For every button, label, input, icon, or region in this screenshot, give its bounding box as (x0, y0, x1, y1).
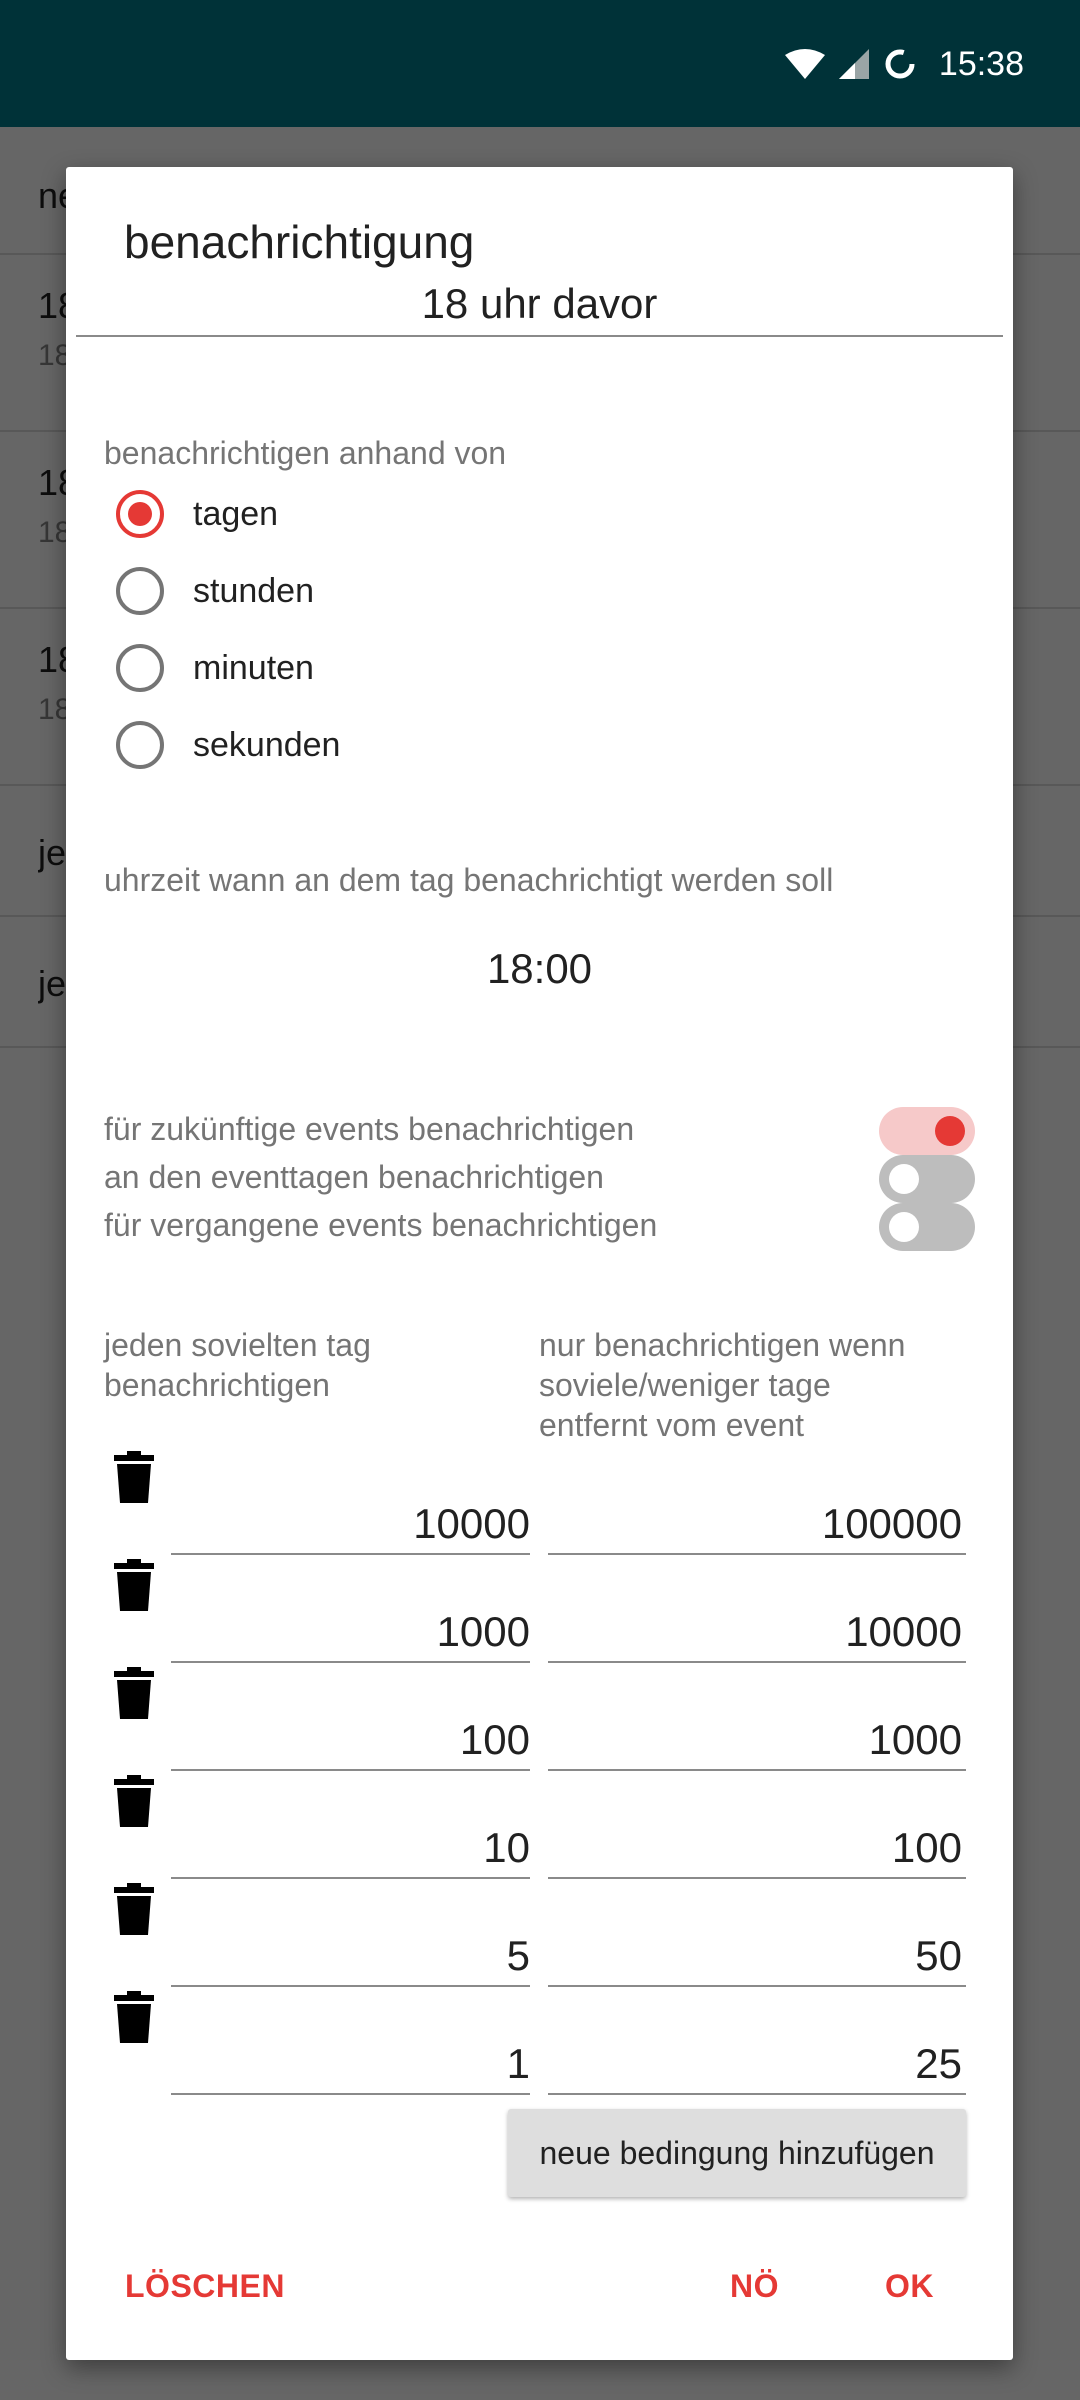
radio-tagen[interactable]: tagen (116, 484, 278, 544)
column-header-line: soviele/weniger tage (539, 1367, 831, 1403)
column-header-within: nur benachrichtigen wenn soviele/weniger… (539, 1325, 905, 1445)
time-picker[interactable]: 18:00 (66, 945, 1013, 993)
toggle-knob (889, 1212, 919, 1242)
trash-icon[interactable] (114, 1667, 154, 1719)
radio-unchecked-icon[interactable] (116, 567, 164, 615)
every-days-input[interactable]: 100 (171, 1713, 530, 1771)
condition-row: 5 50 (66, 1883, 1013, 1991)
radio-unchecked-icon[interactable] (116, 721, 164, 769)
notification-dialog: benachrichtigung 18 uhr davor benachrich… (66, 167, 1013, 2360)
event-days-toggle[interactable] (879, 1155, 975, 1203)
within-days-input[interactable]: 50 (548, 1929, 966, 1987)
radio-minuten[interactable]: minuten (116, 638, 314, 698)
within-days-input[interactable]: 100 (548, 1821, 966, 1879)
radio-stunden[interactable]: stunden (116, 561, 314, 621)
trash-icon[interactable] (114, 1559, 154, 1611)
radio-label: minuten (193, 648, 314, 687)
condition-row: 1 25 (66, 1991, 1013, 2099)
signal-icon (838, 49, 869, 79)
future-events-toggle[interactable] (879, 1107, 975, 1155)
every-days-input[interactable]: 10 (171, 1821, 530, 1879)
unit-group-label: benachrichtigen anhand von (104, 435, 507, 471)
wifi-icon (784, 49, 825, 79)
every-days-input[interactable]: 5 (171, 1929, 530, 1987)
within-days-input[interactable]: 1000 (548, 1713, 966, 1771)
radio-label: tagen (193, 494, 279, 533)
dialog-title: benachrichtigung (124, 216, 475, 268)
every-days-input[interactable]: 1000 (171, 1605, 530, 1663)
column-header-line: jeden sovielten tag (104, 1327, 371, 1363)
condition-row: 10000 100000 (66, 1451, 1013, 1559)
trash-icon[interactable] (114, 1451, 154, 1503)
radio-sekunden[interactable]: sekunden (116, 715, 340, 775)
every-days-input[interactable]: 1 (171, 2037, 530, 2095)
radio-label: stunden (193, 571, 314, 610)
radio-label: sekunden (193, 725, 341, 764)
past-events-toggle[interactable] (879, 1203, 975, 1251)
column-header-line: nur benachrichtigen wenn (539, 1327, 906, 1363)
toggle-knob (889, 1164, 919, 1194)
trash-icon[interactable] (114, 1883, 154, 1935)
switch-label-future: für zukünftige events benachrichtigen (104, 1111, 635, 1147)
within-days-input[interactable]: 25 (548, 2037, 966, 2095)
column-header-line: entfernt vom event (539, 1407, 805, 1443)
switch-label-past: für vergangene events benachrichtigen (104, 1207, 658, 1243)
column-header-line: benachrichtigen (104, 1367, 330, 1403)
radio-unchecked-icon[interactable] (116, 644, 164, 692)
toggle-knob (935, 1116, 965, 1146)
column-header-every: jeden sovielten tag benachrichtigen (104, 1325, 371, 1405)
status-icons: 15:38 (784, 40, 1024, 88)
condition-row: 100 1000 (66, 1667, 1013, 1775)
within-days-input[interactable]: 100000 (548, 1497, 966, 1555)
status-bar: 15:38 (0, 0, 1080, 127)
every-days-input[interactable]: 10000 (171, 1497, 530, 1555)
condition-row: 1000 10000 (66, 1559, 1013, 1667)
trash-icon[interactable] (114, 1991, 154, 2043)
switch-label-eventdays: an den eventtagen benachrichtigen (104, 1159, 604, 1195)
status-time: 15:38 (938, 44, 1024, 83)
notification-name-input[interactable]: 18 uhr davor (76, 275, 1003, 337)
sync-icon (885, 49, 915, 79)
radio-checked-icon[interactable] (116, 490, 164, 538)
time-label: uhrzeit wann an dem tag benachrichtigt w… (104, 862, 834, 898)
condition-row: 10 100 (66, 1775, 1013, 1883)
ok-button[interactable]: OK (885, 2268, 934, 2305)
cancel-button[interactable]: NÖ (730, 2268, 779, 2305)
within-days-input[interactable]: 10000 (548, 1605, 966, 1663)
add-condition-button[interactable]: neue bedingung hinzufügen (508, 2109, 966, 2197)
trash-icon[interactable] (114, 1775, 154, 1827)
delete-button[interactable]: LÖSCHEN (125, 2268, 285, 2305)
